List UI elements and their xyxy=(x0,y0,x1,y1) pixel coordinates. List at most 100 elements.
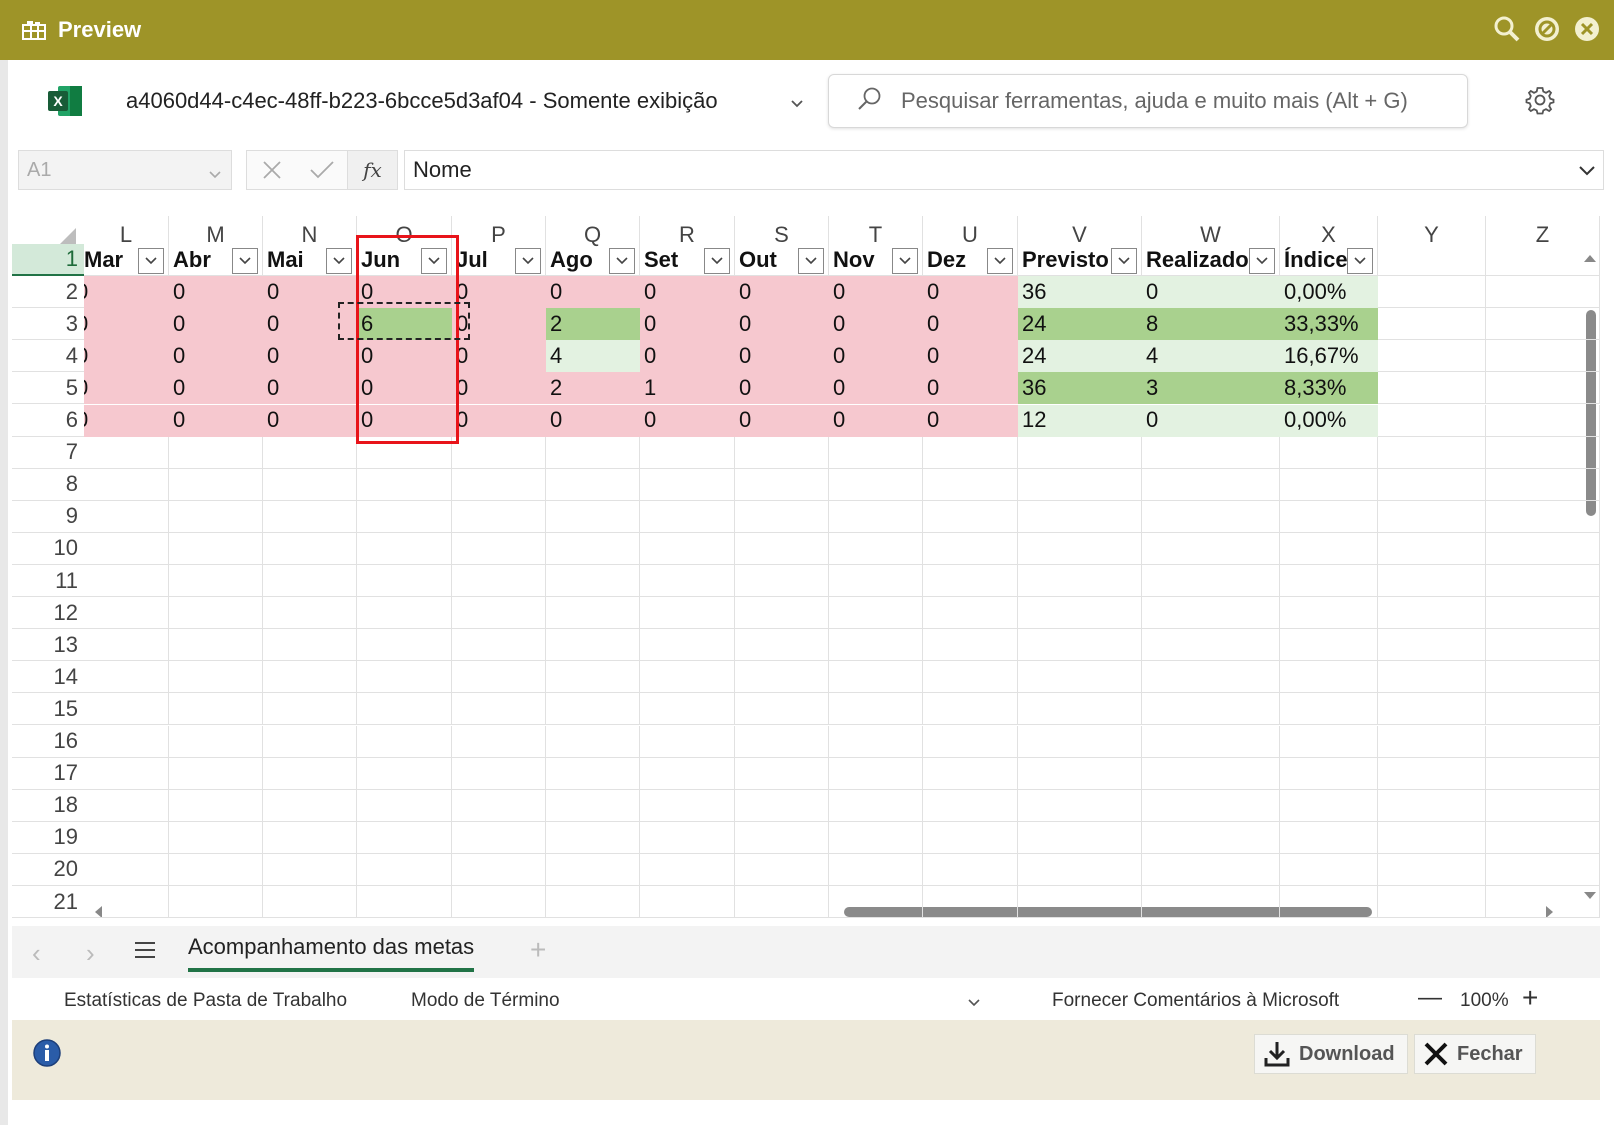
table-cell[interactable]: 6 xyxy=(357,308,452,341)
empty-cell[interactable] xyxy=(923,468,1018,501)
empty-cell[interactable] xyxy=(546,500,640,533)
empty-cell[interactable] xyxy=(735,468,829,501)
empty-cell[interactable] xyxy=(84,629,169,662)
spreadsheet-grid[interactable]: L M N O P Q R S T U V W X Y Z 1 2 3 4 5 6 7 8 9 10 11 12 13 14 15 16 17… xyxy=(12,216,1600,923)
table-cell[interactable]: 0 xyxy=(169,276,263,309)
empty-cell[interactable] xyxy=(169,693,263,726)
empty-cell[interactable] xyxy=(357,661,452,694)
table-cell[interactable]: 4 xyxy=(1142,340,1280,373)
empty-cell[interactable] xyxy=(1018,725,1142,758)
empty-cell[interactable] xyxy=(829,757,923,790)
table-header-cell[interactable]: Out xyxy=(735,244,829,277)
empty-cell[interactable] xyxy=(263,693,357,726)
empty-cell[interactable] xyxy=(1142,629,1280,662)
empty-cell[interactable] xyxy=(829,693,923,726)
filter-dropdown-icon[interactable] xyxy=(987,248,1013,274)
table-header-cell[interactable]: Índice xyxy=(1280,244,1378,277)
empty-cell[interactable] xyxy=(1280,886,1378,919)
empty-cell[interactable] xyxy=(735,500,829,533)
empty-cell[interactable] xyxy=(1378,372,1486,405)
chevron-down-icon[interactable] xyxy=(790,96,804,114)
empty-cell[interactable] xyxy=(1280,725,1378,758)
empty-cell[interactable] xyxy=(169,789,263,822)
table-cell[interactable]: 0 xyxy=(263,276,357,309)
search-input[interactable] xyxy=(901,88,1461,114)
empty-cell[interactable] xyxy=(735,725,829,758)
table-header-cell[interactable]: Abr xyxy=(169,244,263,277)
empty-cell[interactable] xyxy=(1142,757,1280,790)
empty-cell[interactable] xyxy=(1018,629,1142,662)
empty-cell[interactable] xyxy=(1142,436,1280,469)
empty-cell[interactable] xyxy=(1142,693,1280,726)
row-header[interactable]: 15 xyxy=(12,693,84,726)
table-header-cell[interactable]: Jul xyxy=(452,244,546,277)
empty-cell[interactable] xyxy=(169,565,263,598)
empty-cell[interactable] xyxy=(1280,693,1378,726)
filter-dropdown-icon[interactable] xyxy=(515,248,541,274)
completion-mode[interactable]: Modo de Término xyxy=(411,990,560,1012)
empty-cell[interactable] xyxy=(169,629,263,662)
empty-cell[interactable] xyxy=(84,661,169,694)
table-cell[interactable]: 0 xyxy=(452,340,546,373)
empty-cell[interactable] xyxy=(84,853,169,886)
empty-cell[interactable] xyxy=(169,500,263,533)
prev-sheet-icon[interactable]: ‹ xyxy=(32,938,41,969)
empty-cell[interactable] xyxy=(1378,629,1486,662)
table-cell[interactable]: 0 xyxy=(1142,404,1280,437)
empty-cell[interactable] xyxy=(735,597,829,630)
empty-cell[interactable] xyxy=(169,597,263,630)
empty-cell[interactable] xyxy=(263,853,357,886)
empty-cell[interactable] xyxy=(263,436,357,469)
filter-dropdown-icon[interactable] xyxy=(138,248,164,274)
empty-cell[interactable] xyxy=(923,821,1018,854)
empty-cell[interactable] xyxy=(452,693,546,726)
empty-cell[interactable] xyxy=(1018,468,1142,501)
empty-cell[interactable] xyxy=(735,565,829,598)
empty-cell[interactable] xyxy=(452,436,546,469)
empty-cell[interactable] xyxy=(357,532,452,565)
empty-cell[interactable] xyxy=(1142,661,1280,694)
empty-cell[interactable] xyxy=(1486,276,1600,309)
empty-cell[interactable] xyxy=(829,500,923,533)
table-cell[interactable]: 0 xyxy=(84,404,169,437)
empty-cell[interactable] xyxy=(829,629,923,662)
document-title[interactable]: a4060d44-c4ec-48ff-b223-6bcce5d3af04 - S… xyxy=(126,88,718,114)
empty-cell[interactable] xyxy=(546,725,640,758)
empty-cell[interactable] xyxy=(923,661,1018,694)
empty-cell[interactable] xyxy=(923,629,1018,662)
row-header[interactable]: 10 xyxy=(12,533,84,565)
empty-cell[interactable] xyxy=(357,597,452,630)
table-cell[interactable]: 2 xyxy=(546,308,640,341)
table-cell[interactable]: 0 xyxy=(640,340,735,373)
table-cell[interactable]: 0 xyxy=(640,404,735,437)
empty-cell[interactable] xyxy=(169,853,263,886)
empty-cell[interactable] xyxy=(1018,532,1142,565)
next-sheet-icon[interactable]: › xyxy=(86,938,95,969)
empty-cell[interactable] xyxy=(1018,853,1142,886)
row-header[interactable]: 8 xyxy=(12,469,84,501)
table-header-cell[interactable]: Jun xyxy=(357,244,452,277)
empty-cell[interactable] xyxy=(1280,597,1378,630)
table-cell[interactable]: 0 xyxy=(84,308,169,341)
empty-cell[interactable] xyxy=(263,757,357,790)
empty-cell[interactable] xyxy=(452,757,546,790)
empty-cell[interactable] xyxy=(1280,500,1378,533)
empty-cell[interactable] xyxy=(1378,597,1486,630)
empty-cell[interactable] xyxy=(1378,853,1486,886)
empty-cell[interactable] xyxy=(1378,276,1486,309)
table-cell[interactable]: 0 xyxy=(169,404,263,437)
empty-cell[interactable] xyxy=(1280,821,1378,854)
empty-cell[interactable] xyxy=(452,789,546,822)
sheet-tab-active[interactable]: Acompanhamento das metas xyxy=(188,934,475,972)
table-cell[interactable]: 0 xyxy=(829,308,923,341)
table-cell[interactable]: 0 xyxy=(829,372,923,405)
empty-cell[interactable] xyxy=(84,500,169,533)
cancel-icon[interactable] xyxy=(247,151,297,189)
table-cell[interactable]: 0,00% xyxy=(1280,276,1378,309)
row-header[interactable]: 12 xyxy=(12,597,84,630)
empty-cell[interactable] xyxy=(263,886,357,919)
empty-cell[interactable] xyxy=(84,789,169,822)
empty-cell[interactable] xyxy=(84,821,169,854)
empty-cell[interactable] xyxy=(357,565,452,598)
search-box[interactable] xyxy=(828,74,1468,128)
